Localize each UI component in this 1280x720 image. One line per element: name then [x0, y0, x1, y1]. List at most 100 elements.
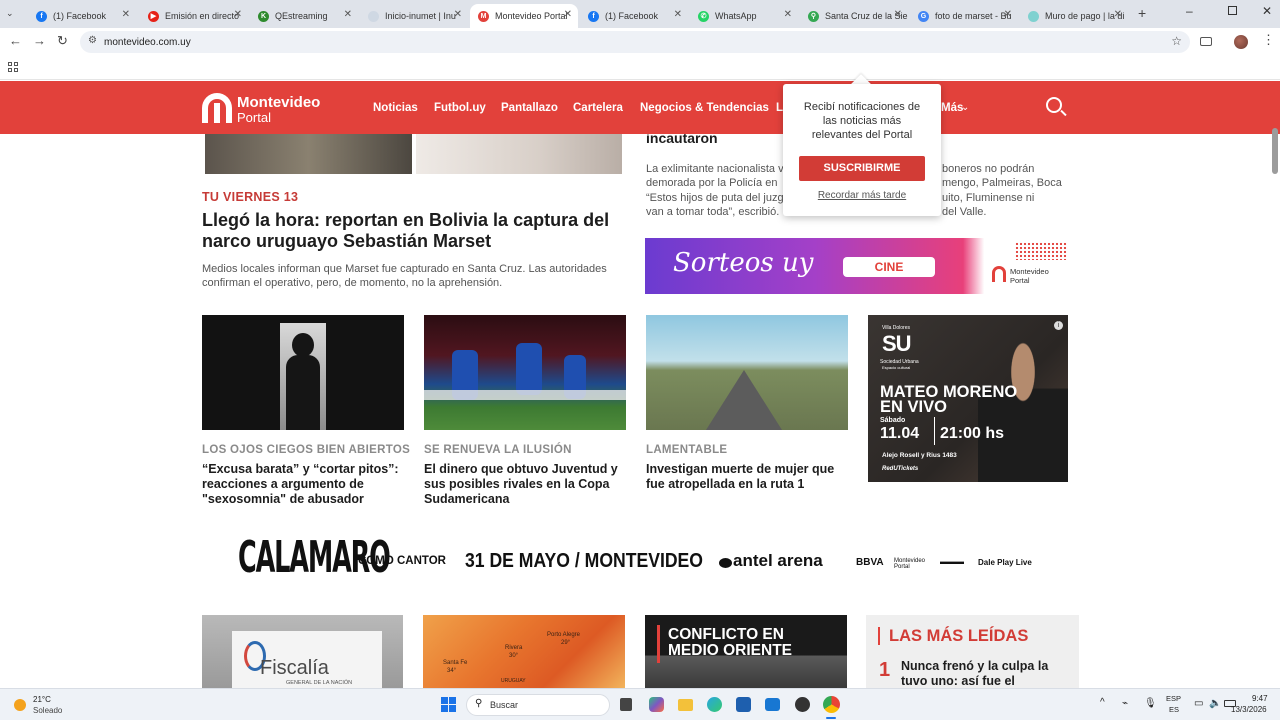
event-ad-guitarist	[978, 325, 1068, 482]
card-headline[interactable]: “Excusa barata” y “cortar pitos”: reacci…	[202, 462, 407, 506]
event-ad-info-icon[interactable]: i	[1054, 321, 1063, 330]
browser-tab[interactable]: ✆ WhatsApp ✕	[690, 4, 798, 28]
nav-negocios[interactable]: Negocios & Tendencias	[640, 102, 769, 114]
most-read-accent	[878, 627, 880, 645]
card-photo-road[interactable]	[646, 315, 848, 430]
event-title-2: EN VIVO	[880, 398, 947, 416]
mail-icon[interactable]	[765, 698, 780, 711]
sorteos-brand-line2: Portal	[1010, 275, 1030, 285]
calamaro-banner[interactable]: CALAMARO COMO CANTOR 31 DE MAYO / MONTEV…	[202, 530, 1072, 594]
volume-icon[interactable]: 🔈	[1209, 698, 1221, 709]
bookmark-star-icon[interactable]: ☆	[1171, 34, 1182, 48]
forward-icon[interactable]: →	[33, 33, 46, 48]
browser-tab[interactable]: Inicio-inumet | Inu ✕	[360, 4, 468, 28]
tab-close-icon[interactable]: ✕	[784, 9, 792, 20]
nav-mas-chevron-icon[interactable]: ⌄	[961, 102, 969, 113]
card-headline[interactable]: Investigan muerte de mujer que fue atrop…	[646, 462, 846, 492]
card-photo-football[interactable]	[424, 315, 626, 430]
tab-close-icon[interactable]: ✕	[894, 9, 902, 20]
lang-code-1[interactable]: ESP	[1166, 694, 1181, 703]
edge-icon[interactable]	[707, 697, 722, 712]
browser-tab[interactable]: f (1) Facebook ✕	[580, 4, 688, 28]
wifi-icon[interactable]: ▭	[1194, 698, 1203, 709]
card-photo-silhouette[interactable]	[202, 315, 404, 430]
sorteos-banner[interactable]: Sorteos uy CINE Montevideo Portal	[645, 238, 1069, 294]
close-window-icon[interactable]: ✕	[1262, 4, 1272, 18]
tab-close-icon[interactable]: ✕	[1114, 9, 1122, 20]
clock-date[interactable]: 13/3/2026	[1231, 705, 1267, 714]
tab-close-icon[interactable]: ✕	[234, 9, 242, 20]
event-address: Alejo Rosell y Rius 1483	[882, 452, 957, 459]
browser-tab[interactable]: Gfoto de marset - Bu ✕	[910, 4, 1018, 28]
tab-search-chevron-icon[interactable]: ⌄	[6, 8, 14, 19]
cast-icon[interactable]	[1200, 37, 1212, 46]
fiscalia-sub: GENERAL DE LA NACIÓN	[286, 680, 353, 686]
top-story-photo-left[interactable]	[205, 134, 412, 174]
bottom-photo-weather-map[interactable]: Porto Alegre 29° Rivera 30° Santa Fe 34°…	[423, 615, 625, 688]
microphone-icon[interactable]: 🎙	[1144, 698, 1157, 709]
copilot-icon[interactable]	[649, 697, 664, 712]
browser-tab[interactable]: ▶ Emisión en directo ✕	[140, 4, 248, 28]
notif-subscribe-button[interactable]: SUSCRIBIRME	[799, 156, 925, 181]
bottom-photo-fiscalia[interactable]: Fiscalía GENERAL DE LA NACIÓN	[202, 615, 403, 688]
tab-close-icon[interactable]: ✕	[564, 9, 572, 20]
top-story-kicker: TU VIERNES 13	[202, 190, 299, 204]
card-headline[interactable]: El dinero que obtuvo Juventud y sus posi…	[424, 462, 629, 506]
nav-noticias[interactable]: Noticias	[373, 102, 418, 114]
tab-favicon-icon: M	[478, 10, 489, 22]
logo-line-1[interactable]: Montevideo	[237, 94, 320, 111]
minimize-icon[interactable]: –	[1186, 4, 1193, 18]
tab-close-icon[interactable]: ✕	[674, 9, 682, 20]
start-windows-icon[interactable]	[441, 697, 456, 712]
browser-tab[interactable]: M Montevideo Portal ✕	[470, 4, 578, 28]
site-info-icon[interactable]: ⚙	[88, 35, 97, 46]
tab-close-icon[interactable]: ✕	[1004, 9, 1012, 20]
maximize-icon[interactable]	[1228, 6, 1237, 15]
browser-tab[interactable]: Muro de pago | la di ✕	[1020, 4, 1128, 28]
logo-line-2[interactable]: Portal	[237, 110, 271, 125]
weather-sun-icon[interactable]	[14, 699, 26, 711]
taskbar-search-input[interactable]: ⚲ Buscar	[466, 694, 610, 716]
profile-avatar[interactable]	[1234, 35, 1248, 49]
lang-code-2[interactable]: ES	[1169, 705, 1179, 714]
chrome-icon[interactable]	[823, 696, 840, 713]
map-label: Santa Fe	[443, 660, 468, 666]
sorteos-cine-button[interactable]: CINE	[843, 257, 935, 277]
clock-time[interactable]: 9:47	[1252, 694, 1268, 703]
top-story-headline[interactable]: Llegó la hora: reportan en Bolivia la ca…	[202, 210, 622, 252]
nav-pantallazo[interactable]: Pantallazo	[501, 102, 558, 114]
apps-grid-icon[interactable]	[8, 62, 18, 72]
file-explorer-icon[interactable]	[678, 699, 693, 711]
weather-temp[interactable]: 21°C	[33, 695, 51, 704]
nav-cartelera[interactable]: Cartelera	[573, 102, 623, 114]
app-icon[interactable]	[795, 697, 810, 712]
tray-chevron-icon[interactable]: ^	[1100, 697, 1105, 708]
network-icon[interactable]: ⌁	[1122, 698, 1128, 709]
tab-close-icon[interactable]: ✕	[454, 9, 462, 20]
browser-tab[interactable]: K QEstreaming ✕	[250, 4, 358, 28]
store-icon[interactable]	[736, 697, 751, 712]
most-read-headline[interactable]: Nunca frenó y la culpa la tuvo uno: así …	[901, 659, 1066, 689]
bottom-photo-conflict[interactable]: CONFLICTO EN MEDIO ORIENTE	[645, 615, 847, 688]
back-icon[interactable]: ←	[9, 33, 22, 48]
browser-tab[interactable]: f (1) Facebook ✕	[28, 4, 136, 28]
page-scrollbar[interactable]	[1272, 128, 1278, 174]
tab-close-icon[interactable]: ✕	[344, 9, 352, 20]
browser-menu-icon[interactable]: ⋮	[1262, 32, 1275, 48]
event-ad[interactable]: i Villa Dolores SU Sociedad Urbana Espac…	[868, 315, 1068, 482]
browser-tab[interactable]: ⚲ Santa Cruz de la Sie ✕	[800, 4, 908, 28]
nav-futbol[interactable]: Futbol.uy	[434, 102, 486, 114]
tab-close-icon[interactable]: ✕	[122, 9, 130, 20]
url-field[interactable]: ⚙ montevideo.com.uy ☆	[80, 31, 1190, 53]
top-story-photo-right[interactable]	[416, 134, 622, 174]
task-view-icon[interactable]	[620, 698, 632, 711]
weather-desc[interactable]: Soleado	[33, 706, 62, 715]
sorteos-brand: Montevideo Portal	[1010, 267, 1049, 285]
new-tab-icon[interactable]: +	[1138, 5, 1146, 21]
notif-message: Recibí notificaciones de las noticias má…	[803, 101, 921, 142]
notif-later-link[interactable]: Recordar más tarde	[799, 190, 925, 201]
tab-favicon-icon: f	[36, 10, 47, 22]
reload-icon[interactable]: ↻	[57, 33, 68, 49]
side-summary-line: boneros no podrán	[942, 163, 1035, 175]
nav-partial[interactable]: L	[776, 102, 783, 114]
